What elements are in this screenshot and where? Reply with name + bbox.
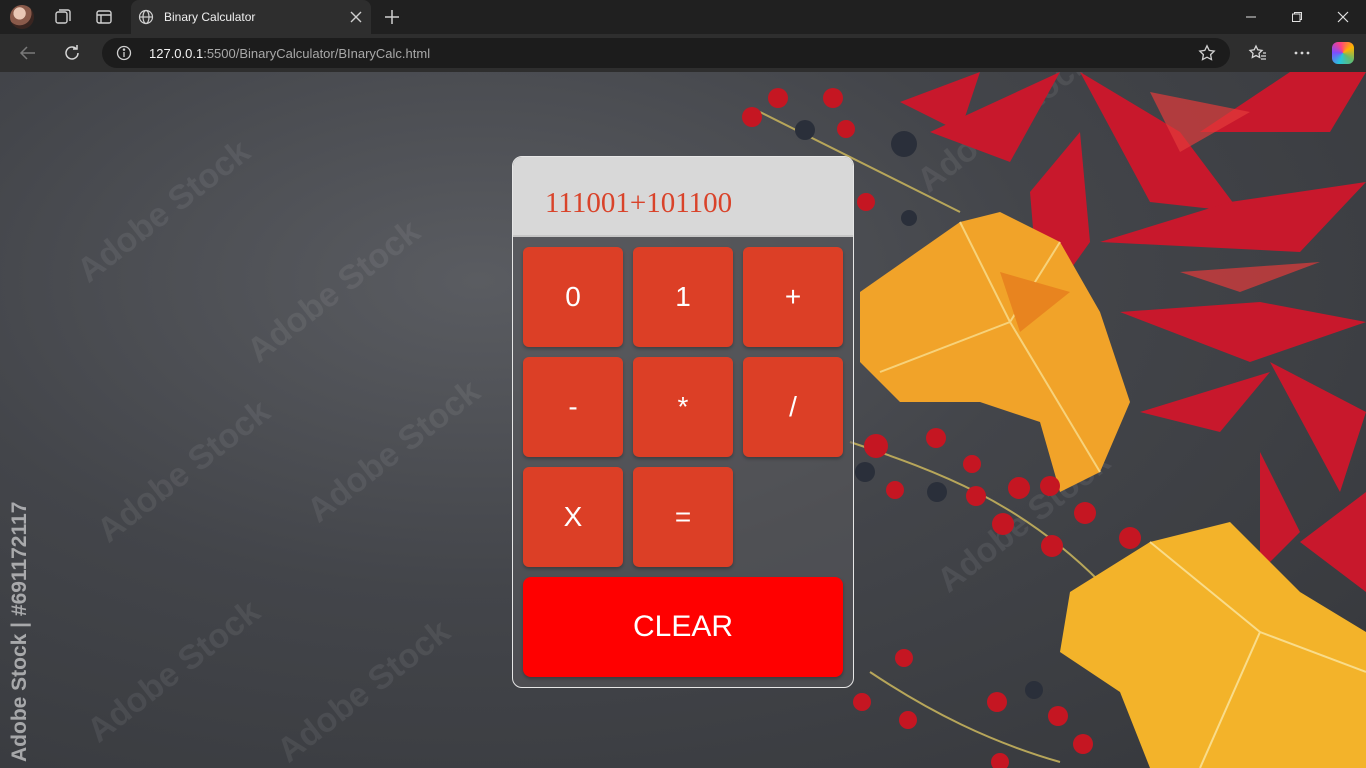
address-bar[interactable]: 127.0.0.1:5500/BinaryCalculator/BInaryCa…	[102, 38, 1230, 68]
refresh-icon[interactable]	[62, 43, 82, 63]
url-path: :5500/BinaryCalculator/BInaryCalc.html	[203, 46, 431, 61]
maximize-icon	[1292, 12, 1302, 22]
key-one[interactable]: 1	[633, 247, 733, 347]
url-text[interactable]: 127.0.0.1:5500/BinaryCalculator/BInaryCa…	[149, 46, 430, 61]
display-value: 111001+101100	[545, 187, 733, 219]
back-icon[interactable]	[18, 43, 38, 63]
globe-icon	[138, 9, 154, 25]
copilot-icon[interactable]	[1332, 42, 1354, 64]
more-icon[interactable]	[1292, 43, 1312, 63]
key-x[interactable]: X	[523, 467, 623, 567]
clear-button[interactable]: CLEAR	[523, 577, 843, 677]
key-zero[interactable]: 0	[523, 247, 623, 347]
maximize-button[interactable]	[1274, 0, 1320, 34]
navigation-toolbar: 127.0.0.1:5500/BinaryCalculator/BInaryCa…	[0, 34, 1366, 72]
tab-actions-icon[interactable]	[94, 7, 114, 27]
key-multiply[interactable]: *	[633, 357, 733, 457]
minimize-button[interactable]	[1228, 0, 1274, 34]
url-host: 127.0.0.1	[149, 46, 204, 61]
profile-avatar[interactable]	[10, 5, 34, 29]
calculator-display: 111001+101100	[513, 157, 853, 237]
window-close-icon	[1337, 11, 1349, 23]
active-tab[interactable]: Binary Calculator	[131, 0, 371, 34]
tab-title: Binary Calculator	[164, 10, 256, 24]
favorite-star-icon[interactable]	[1198, 44, 1216, 62]
key-plus[interactable]: +	[743, 247, 843, 347]
page-viewport: Adobe Stock Adobe Stock Adobe Stock Adob…	[0, 72, 1366, 768]
new-tab-icon[interactable]	[382, 7, 402, 27]
workspaces-icon[interactable]	[52, 7, 72, 27]
tab-strip: Binary Calculator	[0, 0, 1366, 34]
key-divide[interactable]: /	[743, 357, 843, 457]
key-equals[interactable]: =	[633, 467, 733, 567]
close-icon[interactable]	[349, 10, 363, 24]
minimize-icon	[1246, 16, 1256, 18]
window-close-button[interactable]	[1320, 0, 1366, 34]
info-icon[interactable]	[116, 45, 132, 61]
key-minus[interactable]: -	[523, 357, 623, 457]
binary-calculator: 111001+101100 0 1 + - * / X = CLEAR	[512, 156, 854, 688]
favorites-icon[interactable]	[1248, 43, 1268, 63]
